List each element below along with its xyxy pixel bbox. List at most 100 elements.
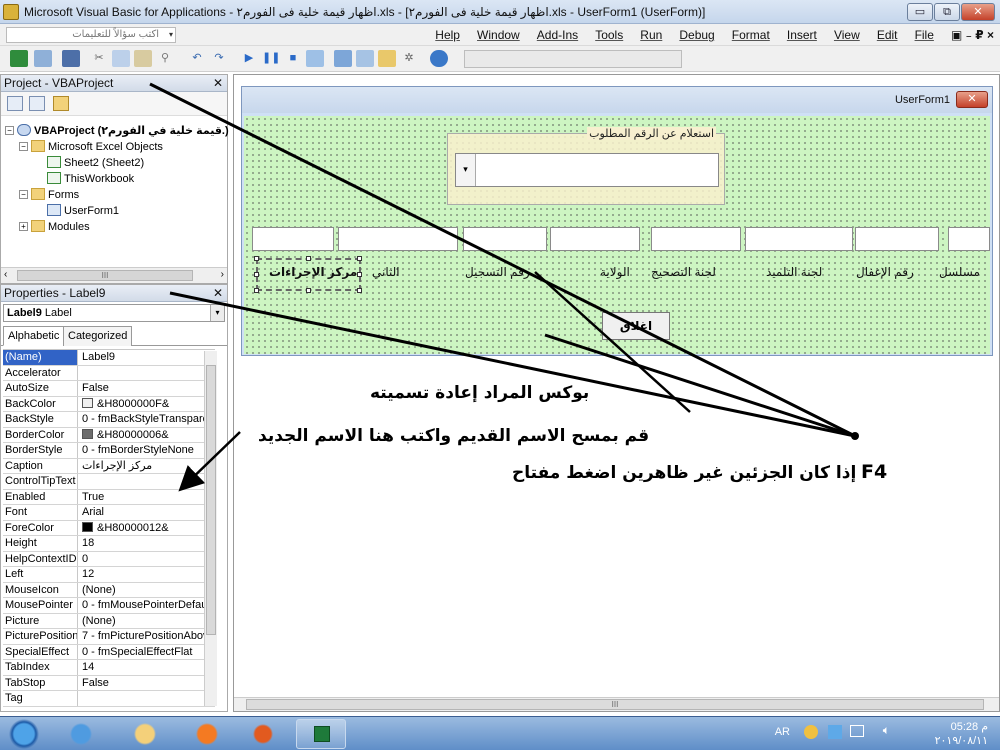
textbox-sealing-number[interactable] <box>855 227 939 251</box>
undo-icon[interactable]: ↶ <box>188 50 206 67</box>
search-frame[interactable]: استعلام عن الرقم المطلوب ▾ <box>447 127 725 205</box>
property-value[interactable]: 0 - fmBackStyleTransparent <box>80 412 206 427</box>
property-row[interactable]: (Name) Label9 <box>3 350 215 366</box>
property-row[interactable]: BackStyle 0 - fmBackStyleTransparent <box>3 412 215 428</box>
close-button[interactable]: ✕ <box>961 3 995 21</box>
textbox-province[interactable] <box>550 227 640 251</box>
excel-taskbar-button[interactable] <box>296 719 346 749</box>
excel-view-icon[interactable] <box>10 50 28 67</box>
property-row[interactable]: BorderColor &H80000006& <box>3 427 215 443</box>
scroll-thumb[interactable]: III <box>246 699 984 710</box>
property-value[interactable]: 0 - fmBorderStyleNone <box>80 443 206 458</box>
tree-node-vbaproject[interactable]: − VBAProject (قيمة خلية في الفورم٢.) <box>5 124 229 137</box>
property-row[interactable]: TabStop False <box>3 675 215 691</box>
properties-window-icon[interactable] <box>356 50 374 67</box>
designer-horizontal-scrollbar[interactable]: III <box>234 697 999 711</box>
selected-label-outline[interactable] <box>256 258 361 291</box>
property-row-caption[interactable]: Caption مركز الإجراءات <box>3 458 215 474</box>
help-icon[interactable] <box>430 50 448 67</box>
property-row[interactable]: AutoSize False <box>3 381 215 397</box>
menu-insert[interactable]: Insert <box>787 28 817 42</box>
property-value[interactable]: 7 - fmPicturePositionAboveCenter <box>80 629 206 644</box>
property-row[interactable]: Picture (None) <box>3 613 215 629</box>
property-value[interactable]: False <box>80 676 206 691</box>
property-value[interactable]: True <box>80 490 206 505</box>
vba-app-icon[interactable] <box>3 4 19 20</box>
collapse-icon[interactable]: − <box>19 142 28 151</box>
menu-debug[interactable]: Debug <box>679 28 714 42</box>
resize-handle[interactable] <box>254 256 259 261</box>
tree-node-excel-objects[interactable]: − Microsoft Excel Objects <box>19 140 163 153</box>
property-row[interactable]: ForeColor &H80000012& <box>3 520 215 536</box>
property-row[interactable]: TabIndex 14 <box>3 660 215 676</box>
internet-explorer-icon[interactable] <box>56 719 106 749</box>
property-row[interactable]: Enabled True <box>3 489 215 505</box>
project-horizontal-scrollbar[interactable]: ‹ III › <box>1 267 227 283</box>
file-explorer-icon[interactable] <box>120 719 170 749</box>
menu-tools[interactable]: Tools <box>595 28 623 42</box>
textbox-student-committee[interactable] <box>745 227 853 251</box>
property-value[interactable]: Arial <box>80 505 206 520</box>
property-value[interactable] <box>80 366 206 381</box>
label-correction-committee[interactable]: لجنة التصحيح <box>651 265 716 279</box>
document-window-controls[interactable]: ▣ ₋ ₽ × <box>951 28 994 42</box>
chevron-down-icon[interactable]: ▾ <box>169 28 173 42</box>
property-row[interactable]: ControlTipText <box>3 474 215 490</box>
property-value[interactable]: (None) <box>80 583 206 598</box>
language-indicator[interactable]: AR <box>775 726 790 738</box>
flag-icon[interactable] <box>828 725 842 739</box>
textbox-registration-number[interactable] <box>463 227 547 251</box>
menu-help[interactable]: Help <box>435 28 460 42</box>
minimize-button[interactable]: ▭ <box>907 3 933 21</box>
menu-format[interactable]: Format <box>732 28 770 42</box>
property-row[interactable]: SpecialEffect 0 - fmSpecialEffectFlat <box>3 644 215 660</box>
property-vertical-scrollbar[interactable] <box>204 351 217 706</box>
menu-window[interactable]: Window <box>477 28 520 42</box>
property-value[interactable]: (None) <box>80 614 206 629</box>
redo-icon[interactable]: ↷ <box>210 50 228 67</box>
resize-handle[interactable] <box>357 256 362 261</box>
property-row[interactable]: BorderStyle 0 - fmBorderStyleNone <box>3 443 215 459</box>
reset-icon[interactable]: ■ <box>284 50 302 67</box>
insert-userform-icon[interactable] <box>34 50 52 67</box>
powerpoint-icon[interactable] <box>238 719 288 749</box>
label-serial[interactable]: مسلسل <box>939 265 980 279</box>
view-code-icon[interactable] <box>7 96 23 111</box>
property-value[interactable]: 14 <box>80 660 206 675</box>
label-student-committee[interactable]: لجنة التلميذ <box>766 265 822 279</box>
menu-view[interactable]: View <box>834 28 860 42</box>
tree-node-sheet2[interactable]: Sheet2 (Sheet2) <box>47 156 144 169</box>
scroll-thumb[interactable]: III <box>17 270 193 281</box>
menu-add-ins[interactable]: Add-Ins <box>537 28 578 42</box>
property-row[interactable]: Left 12 <box>3 567 215 583</box>
property-row[interactable]: Height 18 <box>3 536 215 552</box>
property-value[interactable]: &H80000012& <box>80 521 206 536</box>
resize-handle[interactable] <box>357 288 362 293</box>
display-icon[interactable] <box>850 725 864 737</box>
label-second[interactable]: الثاني <box>372 265 400 279</box>
property-value[interactable]: False <box>80 381 206 396</box>
property-row[interactable]: BackColor &H8000000F& <box>3 396 215 412</box>
property-row[interactable]: Font Arial <box>3 505 215 521</box>
resize-handle[interactable] <box>306 256 311 261</box>
label-province[interactable]: الولاية <box>600 265 630 279</box>
property-value[interactable]: 0 <box>80 552 206 567</box>
property-value[interactable] <box>80 691 206 706</box>
tree-node-modules[interactable]: + Modules <box>19 220 90 233</box>
close-form-button[interactable]: اغلاق <box>602 312 670 340</box>
resize-handle[interactable] <box>254 272 259 277</box>
collapse-icon[interactable]: − <box>19 190 28 199</box>
object-browser-icon[interactable] <box>378 50 396 67</box>
chevron-down-icon[interactable]: ▾ <box>456 154 476 186</box>
design-mode-icon[interactable] <box>306 50 324 67</box>
resize-handle[interactable] <box>254 288 259 293</box>
resize-handle[interactable] <box>306 288 311 293</box>
textbox-second[interactable] <box>338 227 458 251</box>
textbox-action-center[interactable] <box>252 227 334 251</box>
menu-file[interactable]: File <box>915 28 934 42</box>
search-combobox[interactable]: ▾ <box>455 153 719 187</box>
property-value[interactable]: 12 <box>80 567 206 582</box>
object-selector[interactable]: Label9 Label ▾ <box>3 304 225 322</box>
property-value[interactable]: &H8000000F& <box>80 397 206 412</box>
textbox-serial[interactable] <box>948 227 990 251</box>
